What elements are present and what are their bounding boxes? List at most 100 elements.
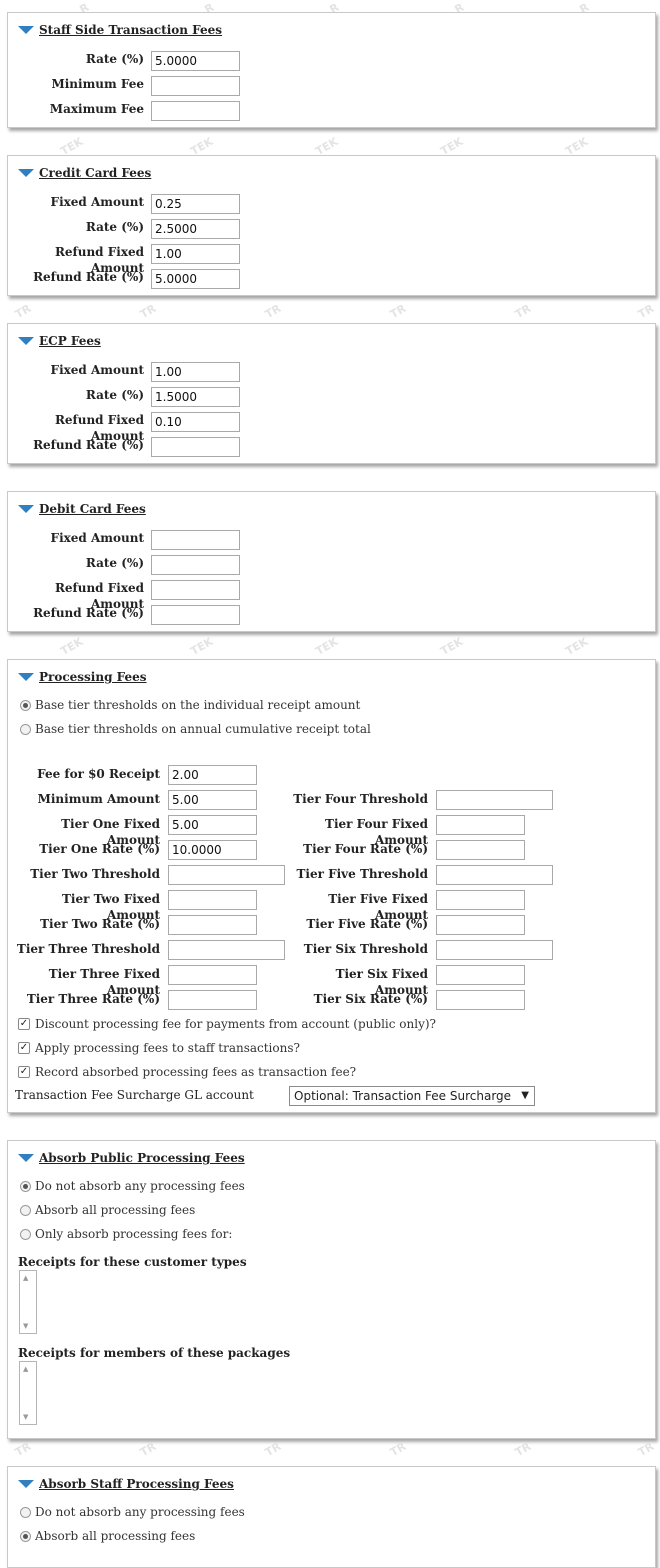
- section-title[interactable]: Absorb Staff Processing Fees: [39, 1477, 234, 1491]
- radio-absorb-all-label[interactable]: Absorb all processing fees: [35, 1202, 195, 1218]
- apply-staff-checkbox[interactable]: ✓: [18, 1042, 30, 1054]
- tier-two-rate-input[interactable]: [168, 915, 257, 935]
- tier-one-fixed-input[interactable]: 5.00: [168, 815, 257, 835]
- debit-refund-rate-input[interactable]: [151, 605, 240, 625]
- tier-four-rate-input[interactable]: [436, 840, 525, 860]
- maximum-fee-label: Maximum Fee: [49, 102, 144, 116]
- radio-individual-receipt[interactable]: [20, 700, 31, 711]
- radio-cumulative-label[interactable]: Base tier thresholds on annual cumulativ…: [35, 721, 371, 737]
- collapse-triangle-icon[interactable]: [18, 1154, 34, 1162]
- tier-one-rate-label: Tier One Rate (%): [39, 842, 160, 856]
- cc-refund-rate-input[interactable]: 5.0000: [151, 269, 240, 289]
- section-header[interactable]: ECP Fees: [18, 333, 101, 349]
- tier-five-fixed-input[interactable]: [436, 890, 525, 910]
- tier-three-threshold-input[interactable]: [168, 940, 285, 960]
- collapse-triangle-icon[interactable]: [18, 169, 34, 177]
- collapse-triangle-icon[interactable]: [18, 337, 34, 345]
- tier-two-fixed-input[interactable]: [168, 890, 257, 910]
- section-title[interactable]: Staff Side Transaction Fees: [39, 23, 222, 37]
- watermark-mark: TR: [12, 1439, 34, 1460]
- fixed-amount-label: Fixed Amount: [50, 531, 144, 545]
- debit-refund-fixed-input[interactable]: [151, 580, 240, 600]
- cc-rate-input[interactable]: 2.5000: [151, 219, 240, 239]
- packages-listbox[interactable]: ▲ ▼: [19, 1361, 37, 1425]
- rate-label: Rate (%): [85, 220, 144, 234]
- gl-account-label: Transaction Fee Surcharge GL account: [15, 1088, 254, 1102]
- ecp-refund-rate-input[interactable]: [151, 437, 240, 457]
- debit-fixed-amount-input[interactable]: [151, 530, 240, 550]
- maximum-fee-input[interactable]: [151, 101, 240, 121]
- gl-account-select[interactable]: Optional: Transaction Fee Surcharge ▼: [289, 1086, 535, 1106]
- section-title[interactable]: Absorb Public Processing Fees: [39, 1151, 245, 1165]
- rate-label: Rate (%): [85, 388, 144, 402]
- ecp-rate-input[interactable]: 1.5000: [151, 387, 240, 407]
- tier-six-threshold-input[interactable]: [436, 940, 553, 960]
- radio-individual-label[interactable]: Base tier thresholds on the individual r…: [35, 697, 360, 713]
- discount-fee-checkbox[interactable]: ✓: [18, 1018, 30, 1030]
- section-title[interactable]: Processing Fees: [39, 670, 147, 684]
- minimum-amount-input[interactable]: 5.00: [168, 790, 257, 810]
- scroll-up-icon[interactable]: ▲: [23, 1274, 28, 1282]
- watermark-mark: TR: [137, 301, 159, 322]
- collapse-triangle-icon[interactable]: [18, 673, 34, 681]
- debit-rate-input[interactable]: [151, 555, 240, 575]
- radio-staff-absorb-all-label[interactable]: Absorb all processing fees: [35, 1528, 195, 1544]
- credit-card-fees-panel: Credit Card Fees Fixed Amount 0.25 Rate …: [7, 155, 656, 296]
- minimum-fee-input[interactable]: [151, 76, 240, 96]
- fixed-amount-label: Fixed Amount: [50, 363, 144, 377]
- section-title[interactable]: ECP Fees: [39, 334, 101, 348]
- radio-absorb-none-label[interactable]: Do not absorb any processing fees: [35, 1178, 245, 1194]
- section-title[interactable]: Credit Card Fees: [39, 166, 151, 180]
- tier-four-fixed-input[interactable]: [436, 815, 525, 835]
- fee-zero-receipt-input[interactable]: 2.00: [168, 765, 257, 785]
- collapse-triangle-icon[interactable]: [18, 26, 34, 34]
- ecp-fixed-amount-input[interactable]: 1.00: [151, 362, 240, 382]
- radio-absorb-all[interactable]: [20, 1205, 31, 1216]
- staff-rate-input[interactable]: 5.0000: [151, 51, 240, 71]
- tier-four-threshold-input[interactable]: [436, 790, 553, 810]
- radio-absorb-none[interactable]: [20, 1181, 31, 1192]
- tier-two-threshold-input[interactable]: [168, 865, 285, 885]
- tier-five-threshold-input[interactable]: [436, 865, 553, 885]
- radio-staff-absorb-none-label[interactable]: Do not absorb any processing fees: [35, 1504, 245, 1520]
- collapse-triangle-icon[interactable]: [18, 1480, 34, 1488]
- tier-six-rate-input[interactable]: [436, 990, 525, 1010]
- tier-one-rate-input[interactable]: 10.0000: [168, 840, 257, 860]
- tier-three-threshold-label: Tier Three Threshold: [16, 942, 160, 956]
- ecp-refund-fixed-input[interactable]: 0.10: [151, 412, 240, 432]
- radio-cumulative-total[interactable]: [20, 724, 31, 735]
- tier-three-rate-input[interactable]: [168, 990, 257, 1010]
- discount-fee-label[interactable]: Discount processing fee for payments fro…: [35, 1016, 436, 1032]
- section-header[interactable]: Credit Card Fees: [18, 165, 151, 181]
- scroll-up-icon[interactable]: ▲: [23, 1365, 28, 1373]
- section-header[interactable]: Staff Side Transaction Fees: [18, 22, 222, 38]
- radio-absorb-only-label[interactable]: Only absorb processing fees for:: [35, 1226, 232, 1242]
- scroll-down-icon[interactable]: ▼: [23, 1413, 28, 1421]
- section-header[interactable]: Processing Fees: [18, 669, 147, 685]
- section-header[interactable]: Absorb Public Processing Fees: [18, 1150, 245, 1166]
- apply-staff-label[interactable]: Apply processing fees to staff transacti…: [35, 1040, 300, 1056]
- tier-five-rate-input[interactable]: [436, 915, 525, 935]
- tier-three-fixed-input[interactable]: [168, 965, 257, 985]
- radio-staff-absorb-all[interactable]: [20, 1531, 31, 1542]
- radio-staff-absorb-none[interactable]: [20, 1507, 31, 1518]
- cc-refund-fixed-input[interactable]: 1.00: [151, 244, 240, 264]
- section-header[interactable]: Absorb Staff Processing Fees: [18, 1476, 234, 1492]
- tier-four-rate-label: Tier Four Rate (%): [303, 842, 428, 856]
- minimum-amount-label: Minimum Amount: [37, 792, 160, 806]
- section-title[interactable]: Debit Card Fees: [39, 502, 146, 516]
- record-absorbed-label[interactable]: Record absorbed processing fees as trans…: [35, 1064, 356, 1080]
- tier-six-fixed-input[interactable]: [436, 965, 525, 985]
- watermark-mark: TR: [635, 1439, 657, 1460]
- collapse-triangle-icon[interactable]: [18, 505, 34, 513]
- cc-fixed-amount-input[interactable]: 0.25: [151, 194, 240, 214]
- radio-absorb-only[interactable]: [20, 1229, 31, 1240]
- watermark-mark: TR: [262, 1439, 284, 1460]
- tier-five-rate-label: Tier Five Rate (%): [306, 917, 428, 931]
- dropdown-arrow-icon: ▼: [521, 1090, 529, 1101]
- section-header[interactable]: Debit Card Fees: [18, 501, 146, 517]
- customer-types-listbox[interactable]: ▲ ▼: [19, 1270, 37, 1334]
- scroll-down-icon[interactable]: ▼: [23, 1322, 28, 1330]
- record-absorbed-checkbox[interactable]: ✓: [18, 1066, 30, 1078]
- watermark-mark: TEK: [58, 634, 86, 659]
